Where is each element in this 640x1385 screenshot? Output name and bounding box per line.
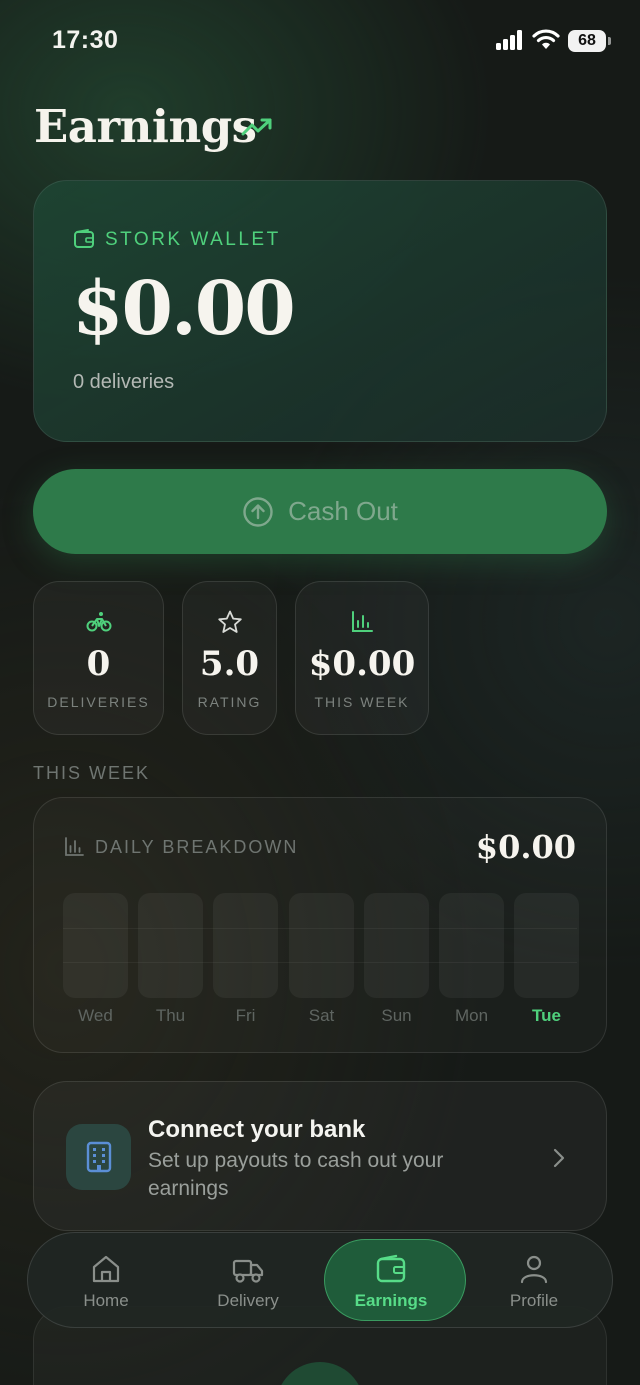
stat-card-deliveries: 0 DELIVERIES xyxy=(33,581,164,735)
day-label: Sat xyxy=(308,1006,335,1025)
day-bar-fri[interactable] xyxy=(213,893,278,998)
day-label: Fri xyxy=(235,1006,256,1025)
section-label-this-week: THIS WEEK xyxy=(33,763,151,783)
battery-level: 68 xyxy=(568,30,606,52)
nav-label: Profile xyxy=(509,1291,559,1310)
building-icon xyxy=(86,1141,111,1173)
nav-item-earnings[interactable]: Earnings xyxy=(346,1233,436,1329)
stat-value: 5.0 xyxy=(199,644,260,684)
arrow-up-circle-icon xyxy=(243,496,273,527)
bar-chart-icon xyxy=(352,611,373,632)
cellular-signal-icon xyxy=(496,30,524,50)
stat-card-this-week: $0.00 THIS WEEK xyxy=(295,581,429,735)
wallet-icon xyxy=(376,1254,406,1283)
nav-item-home[interactable]: Home xyxy=(66,1233,146,1329)
stat-label: THIS WEEK xyxy=(314,694,410,710)
star-icon xyxy=(217,610,242,633)
stat-value: $0.00 xyxy=(308,644,416,684)
daily-breakdown-title: DAILY BREAKDOWN xyxy=(95,837,299,857)
daily-breakdown-total: $0.00 xyxy=(475,828,576,866)
wallet-balance: $0.00 xyxy=(72,266,296,352)
wifi-icon xyxy=(532,29,560,49)
stat-card-rating: 5.0 RATING xyxy=(182,581,277,735)
day-bar-sun[interactable] xyxy=(364,893,429,998)
day-label: Mon xyxy=(454,1006,489,1025)
day-bar-mon[interactable] xyxy=(439,893,504,998)
day-label: Tue xyxy=(532,1006,561,1025)
day-label: Wed xyxy=(78,1006,113,1025)
stat-label: DELIVERIES xyxy=(47,694,150,710)
status-time: 17:30 xyxy=(52,26,119,54)
nav-item-profile[interactable]: Profile xyxy=(494,1233,574,1329)
chevron-right-icon[interactable] xyxy=(551,1146,567,1170)
nav-label: Delivery xyxy=(217,1291,279,1310)
user-icon xyxy=(520,1255,548,1284)
cash-out-button[interactable]: Cash Out xyxy=(33,469,607,554)
day-label: Thu xyxy=(155,1006,186,1025)
day-bar-tue[interactable] xyxy=(514,893,579,998)
cash-out-label: Cash Out xyxy=(288,496,398,526)
wallet-deliveries-count: 0 deliveries xyxy=(73,371,175,393)
delivery-truck-icon xyxy=(232,1259,264,1283)
nav-label: Earnings xyxy=(354,1291,428,1310)
wallet-label: STORK WALLET xyxy=(105,229,281,250)
day-bar-wed[interactable] xyxy=(63,893,128,998)
stat-value: 0 xyxy=(86,644,111,684)
connect-bank-subtitle: Set up payouts to cash out your earnings xyxy=(148,1149,444,1200)
stat-label: RATING xyxy=(197,694,262,710)
connect-bank-title: Connect your bank xyxy=(148,1116,366,1143)
home-icon xyxy=(92,1255,120,1283)
trending-up-icon xyxy=(241,118,272,136)
bottom-nav: Home Delivery Earnings Profile xyxy=(27,1232,613,1328)
nav-label: Home xyxy=(83,1291,129,1310)
bicycle-icon xyxy=(86,612,111,632)
day-bar-thu[interactable] xyxy=(138,893,203,998)
day-label: Sun xyxy=(381,1006,412,1025)
bank-icon-box xyxy=(66,1124,131,1190)
bar-chart-icon xyxy=(65,837,84,856)
wallet-icon xyxy=(74,229,94,248)
battery-icon: 68 xyxy=(568,30,612,52)
page-title: Earnings xyxy=(34,100,257,153)
day-bar-sat[interactable] xyxy=(289,893,354,998)
nav-item-delivery[interactable]: Delivery xyxy=(206,1233,290,1329)
